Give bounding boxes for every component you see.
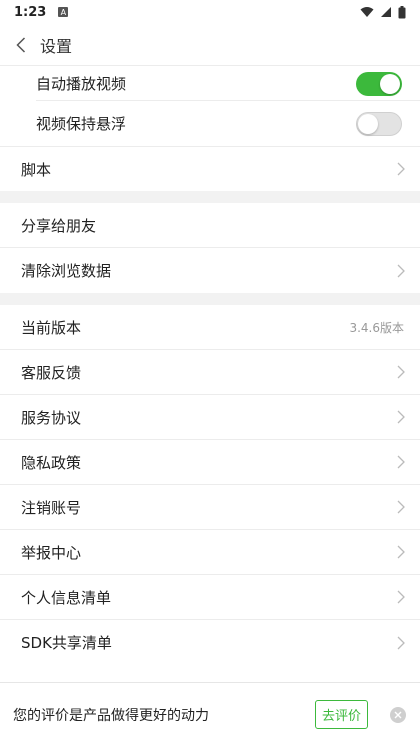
agreement-row[interactable]: 服务协议 [0, 395, 420, 440]
feedback-row[interactable]: 客服反馈 [0, 350, 420, 395]
feedback-label: 客服反馈 [21, 363, 82, 382]
wifi-icon [360, 7, 374, 17]
status-bar: 1:23 A [0, 0, 420, 24]
section-gap [0, 293, 420, 305]
version-row: 当前版本 3.4.6版本 [0, 305, 420, 350]
status-time: 1:23 [14, 4, 47, 20]
script-label: 脚本 [21, 160, 52, 179]
chevron-right-icon [396, 410, 406, 424]
rating-message: 您的评价是产品做得更好的动力 [13, 707, 209, 724]
personal-info-label: 个人信息清单 [21, 588, 112, 607]
clear-data-label: 清除浏览数据 [21, 262, 112, 280]
privacy-label: 隐私政策 [21, 453, 82, 472]
share-label: 分享给朋友 [21, 216, 97, 235]
clear-data-row[interactable]: 清除浏览数据 [0, 248, 420, 293]
autoplay-video-row: 自动播放视频 [0, 66, 420, 101]
report-label: 举报中心 [21, 543, 82, 562]
video-float-row: 视频保持悬浮 [0, 101, 420, 146]
toggle-knob [380, 73, 400, 94]
version-label: 当前版本 [21, 318, 82, 337]
a-icon: A [58, 7, 69, 17]
rating-banner: 您的评价是产品做得更好的动力 去评价 [0, 682, 420, 746]
signal-icon [381, 7, 391, 17]
sdk-label: SDK共享清单 [21, 634, 112, 652]
settings-list: 自动播放视频 视频保持悬浮 脚本 分享给朋友 清除浏览数据 当前版本 3.4.6… [0, 66, 420, 665]
chevron-right-icon [396, 162, 406, 176]
autoplay-video-label: 自动播放视频 [36, 75, 127, 93]
chevron-right-icon [396, 365, 406, 379]
agreement-label: 服务协议 [21, 408, 82, 427]
chevron-right-icon [396, 636, 406, 650]
chevron-right-icon [396, 500, 406, 514]
share-row[interactable]: 分享给朋友 [0, 203, 420, 248]
status-icons [360, 5, 406, 19]
video-float-toggle[interactable] [356, 111, 402, 136]
close-icon [394, 711, 402, 718]
personal-info-row[interactable]: 个人信息清单 [0, 575, 420, 620]
chevron-right-icon [396, 455, 406, 469]
page-title: 设置 [40, 36, 73, 56]
chevron-left-icon [16, 36, 26, 53]
back-button[interactable] [2, 24, 40, 66]
rate-button[interactable]: 去评价 [314, 700, 368, 729]
toggle-knob [358, 113, 378, 134]
chevron-right-icon [396, 590, 406, 604]
sdk-row[interactable]: SDK共享清单 [0, 620, 420, 665]
chevron-right-icon [396, 264, 406, 278]
autoplay-video-toggle[interactable] [356, 71, 402, 96]
delete-account-row[interactable]: 注销账号 [0, 485, 420, 530]
close-button[interactable] [390, 706, 406, 723]
report-row[interactable]: 举报中心 [0, 530, 420, 575]
battery-icon [398, 5, 406, 18]
version-value: 3.4.6版本 [349, 320, 404, 335]
script-row[interactable]: 脚本 [0, 146, 420, 191]
privacy-row[interactable]: 隐私政策 [0, 440, 420, 485]
header: 设置 [0, 24, 420, 66]
video-float-label: 视频保持悬浮 [36, 115, 127, 133]
chevron-right-icon [396, 545, 406, 559]
delete-account-label: 注销账号 [21, 498, 82, 517]
section-gap [0, 191, 420, 203]
